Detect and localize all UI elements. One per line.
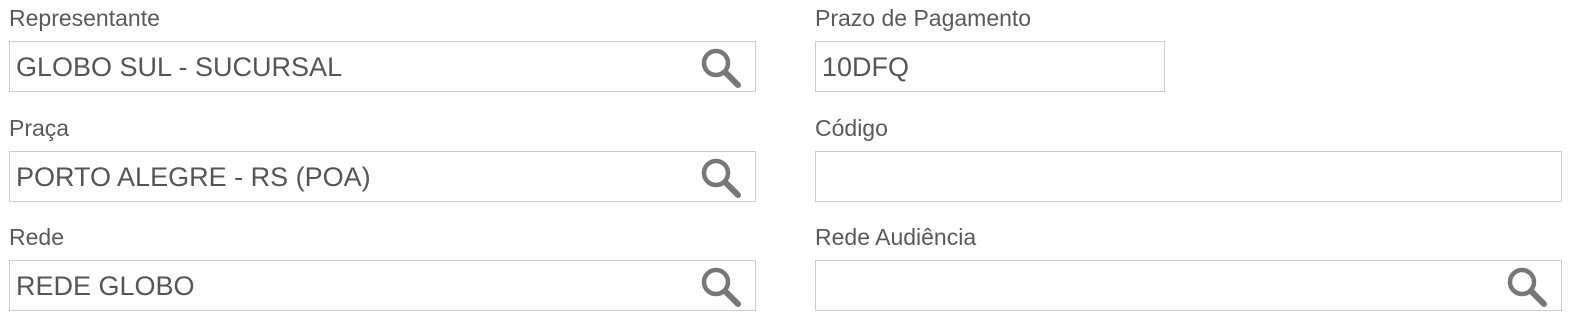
rede-label: Rede	[9, 224, 64, 250]
codigo-field: Código	[815, 117, 1562, 204]
representante-label: Representante	[9, 5, 160, 31]
rede-input[interactable]: REDE GLOBO	[9, 260, 756, 311]
praca-value[interactable]: PORTO ALEGRE - RS (POA)	[16, 152, 371, 201]
rede-audiencia-search-button[interactable]	[1503, 265, 1551, 309]
rede-value[interactable]: REDE GLOBO	[16, 261, 195, 310]
representante-field: Representante GLOBO SUL - SUCURSAL	[9, 7, 756, 94]
rede-field: Rede REDE GLOBO	[9, 226, 756, 313]
praca-label: Praça	[9, 115, 70, 141]
prazo-pagamento-label: Prazo de Pagamento	[815, 5, 1032, 31]
rede-audiencia-input[interactable]	[815, 260, 1562, 311]
prazo-pagamento-field: Prazo de Pagamento 10DFQ	[815, 7, 1165, 94]
prazo-pagamento-value[interactable]: 10DFQ	[822, 42, 909, 91]
representante-value[interactable]: GLOBO SUL - SUCURSAL	[16, 42, 342, 91]
representante-search-button[interactable]	[697, 46, 745, 90]
search-icon[interactable]	[699, 46, 743, 90]
praca-field: Praça PORTO ALEGRE - RS (POA)	[9, 117, 756, 204]
prazo-pagamento-input[interactable]: 10DFQ	[815, 41, 1165, 92]
search-icon[interactable]	[699, 265, 743, 309]
search-icon[interactable]	[699, 156, 743, 200]
codigo-input[interactable]	[815, 151, 1562, 202]
rede-audiencia-field: Rede Audiência	[815, 226, 1562, 313]
representante-input[interactable]: GLOBO SUL - SUCURSAL	[9, 41, 756, 92]
search-icon[interactable]	[1505, 265, 1549, 309]
rede-audiencia-label: Rede Audiência	[815, 224, 977, 250]
praca-input[interactable]: PORTO ALEGRE - RS (POA)	[9, 151, 756, 202]
rede-search-button[interactable]	[697, 265, 745, 309]
codigo-label: Código	[815, 115, 888, 141]
praca-search-button[interactable]	[697, 156, 745, 200]
